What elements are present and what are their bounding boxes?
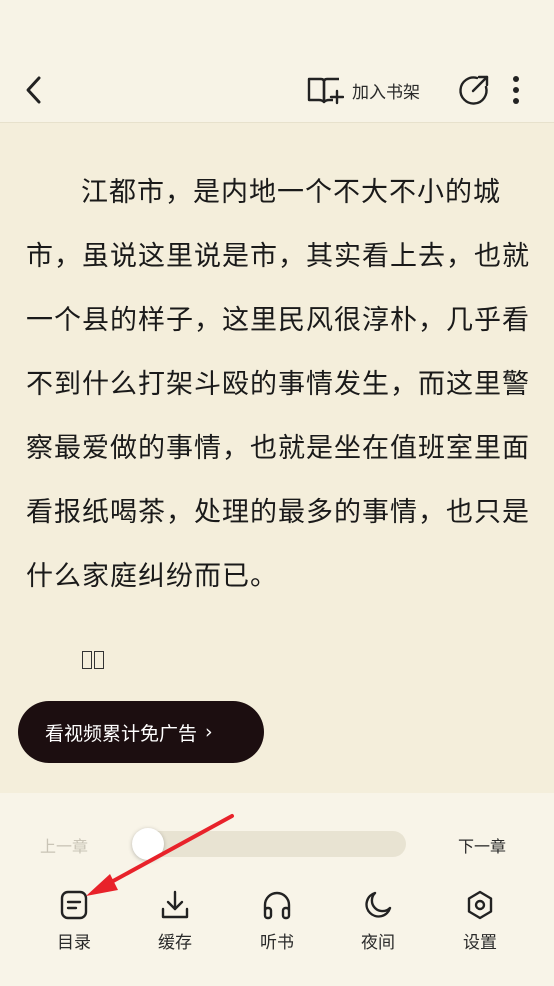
- prev-chapter-button[interactable]: 上一章: [40, 833, 88, 857]
- toolbar-download[interactable]: 缓存: [135, 888, 215, 953]
- toolbar-listen[interactable]: 听书: [237, 888, 317, 953]
- headphones-icon: [263, 891, 291, 920]
- watch-video-ad-free-button[interactable]: 看视频累计免广告 ›: [18, 701, 264, 763]
- settings-hexagon-icon: [467, 890, 493, 920]
- reading-content-area[interactable]: 江都市，是内地一个不大不小的城市，虽说这里说是市，其实看上去，也就一个县的样子，…: [0, 123, 554, 793]
- moon-icon: [365, 891, 392, 918]
- toolbar-night-mode[interactable]: 夜间: [338, 888, 418, 953]
- more-vertical-icon: [513, 76, 519, 104]
- status-bar-area: [0, 0, 554, 58]
- more-options-button[interactable]: [498, 70, 534, 110]
- missing-glyph-placeholder: [82, 651, 104, 669]
- catalog-icon: [60, 890, 88, 920]
- ad-banner-label: 看视频累计免广告: [45, 722, 198, 745]
- back-button[interactable]: [14, 70, 54, 110]
- toolbar-settings[interactable]: 设置: [440, 888, 520, 953]
- share-button[interactable]: [454, 70, 494, 110]
- toolbar-catalog-label: 目录: [57, 933, 91, 953]
- add-to-bookshelf-button[interactable]: 加入书架: [306, 68, 420, 112]
- reader-top-bar: 加入书架: [0, 58, 554, 123]
- add-to-bookshelf-label: 加入书架: [352, 82, 420, 103]
- reader-toolbar: 目录 缓存 听书 夜间 设置: [0, 888, 554, 958]
- back-chevron-icon: [26, 76, 41, 104]
- share-icon: [459, 75, 489, 105]
- chapter-paragraph: 江都市，是内地一个不大不小的城市，虽说这里说是市，其实看上去，也就一个县的样子，…: [26, 177, 530, 592]
- toolbar-listen-label: 听书: [260, 933, 294, 953]
- toolbar-settings-label: 设置: [463, 933, 497, 953]
- download-icon: [161, 890, 189, 919]
- toolbar-catalog[interactable]: 目录: [34, 888, 114, 953]
- next-chapter-button[interactable]: 下一章: [458, 833, 506, 857]
- chevron-right-icon: ›: [205, 721, 213, 743]
- toolbar-night-mode-label: 夜间: [361, 933, 395, 953]
- chapter-progress-slider[interactable]: [132, 831, 406, 857]
- slider-handle[interactable]: [132, 828, 164, 860]
- reader-bottom-panel: 上一章 下一章 目录 缓存 听书 夜间 设置: [0, 793, 554, 986]
- book-add-icon: [307, 77, 344, 105]
- toolbar-download-label: 缓存: [158, 933, 192, 953]
